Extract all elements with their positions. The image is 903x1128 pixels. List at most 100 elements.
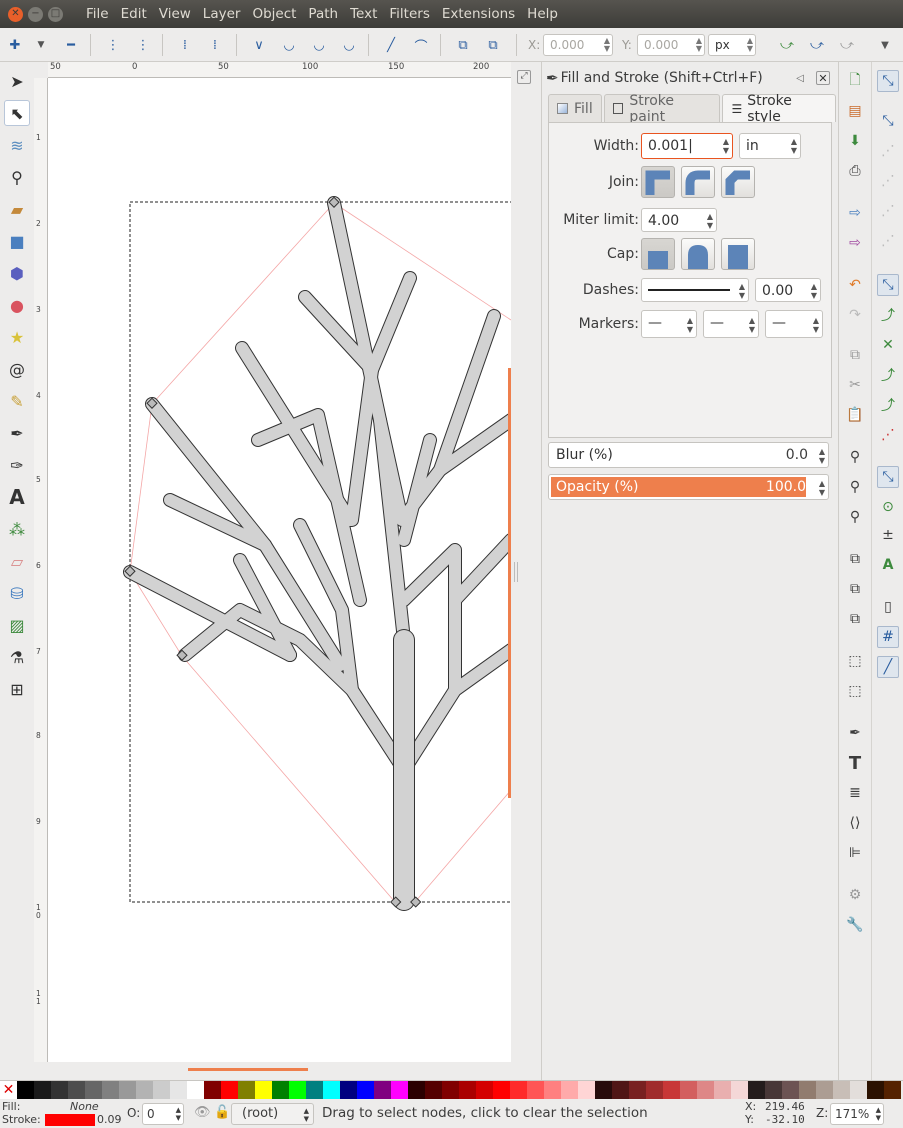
insert-dropdown-icon[interactable]: ▼ (30, 34, 52, 56)
pen-tool-icon[interactable]: ✒ (4, 420, 30, 446)
cap-round-button[interactable] (681, 238, 715, 270)
snap-bbox-edge-icon[interactable]: ⋰ (877, 140, 899, 162)
palette-swatch[interactable] (442, 1081, 459, 1099)
zoom-input[interactable]: 171% ▲ ▼ (830, 1103, 884, 1125)
drawing-canvas[interactable] (48, 78, 511, 1062)
zoom-tool-icon[interactable]: ⚲ (4, 164, 30, 190)
zoom-selection-icon[interactable]: ⚲ (844, 446, 866, 468)
palette-swatch[interactable] (17, 1081, 34, 1099)
eraser-tool-icon[interactable]: ▱ (4, 548, 30, 574)
join-nodes-icon[interactable]: ⋮ (102, 34, 124, 56)
snap-bbox-center-icon[interactable]: ⋰ (877, 230, 899, 252)
snap-guides-icon[interactable]: ╱ (877, 656, 899, 678)
segment-curve-icon[interactable]: ⌒ (410, 34, 432, 56)
join-round-button[interactable] (681, 166, 715, 198)
cusp-node-icon[interactable]: ∨ (248, 34, 270, 56)
palette-swatch[interactable] (476, 1081, 493, 1099)
dash-offset-input[interactable]: 0.00 ▲ ▼ (755, 278, 821, 302)
palette-swatch[interactable] (85, 1081, 102, 1099)
palette-swatch[interactable] (510, 1081, 527, 1099)
scroll-grip[interactable] (514, 562, 518, 582)
palette-swatch[interactable] (731, 1081, 748, 1099)
stroke-width-input[interactable]: 0.001| ▲ ▼ (641, 133, 733, 159)
palette-swatch[interactable] (340, 1081, 357, 1099)
tab-stroke-paint[interactable]: Stroke paint (603, 93, 721, 125)
selector-tool-icon[interactable]: ➤ (4, 68, 30, 94)
delete-segment-icon[interactable]: ⁞ (204, 34, 226, 56)
delete-node-icon[interactable]: ━ (60, 34, 82, 56)
tab-fill[interactable]: Fill (548, 94, 602, 122)
blur-slider[interactable]: Blur (%) 0.0 ▲ ▼ (548, 442, 829, 468)
preferences-icon[interactable]: ⚙ (844, 884, 866, 906)
snap-text-baseline-icon[interactable]: A (877, 554, 899, 576)
palette-swatch[interactable] (68, 1081, 85, 1099)
spiral-tool-icon[interactable]: @ (4, 356, 30, 382)
palette-swatch[interactable] (408, 1081, 425, 1099)
scroll-lock-icon[interactable]: ⤢ (517, 70, 531, 84)
palette-swatch[interactable] (799, 1081, 816, 1099)
palette-swatch[interactable] (323, 1081, 340, 1099)
close-window-icon[interactable]: ✕ (8, 6, 23, 22)
opacity-slider[interactable]: Opacity (%) 100.0 ▲ ▼ (548, 474, 829, 500)
palette-swatch[interactable] (34, 1081, 51, 1099)
more-options-icon[interactable]: ▼ (874, 34, 896, 56)
menu-layer[interactable]: Layer (197, 6, 247, 22)
menu-text[interactable]: Text (344, 6, 383, 22)
snap-nodes-icon[interactable]: ⤡ (877, 274, 899, 296)
palette-swatch[interactable] (782, 1081, 799, 1099)
paste-icon[interactable]: 📋 (844, 404, 866, 426)
palette-swatch[interactable] (629, 1081, 646, 1099)
auto-smooth-node-icon[interactable]: ◡ (338, 34, 360, 56)
snap-bbox-corner-icon[interactable]: ⋰ (877, 170, 899, 192)
menu-edit[interactable]: Edit (115, 6, 153, 22)
menu-path[interactable]: Path (302, 6, 344, 22)
text-tool-icon[interactable]: A (4, 484, 30, 510)
palette-swatch[interactable] (833, 1081, 850, 1099)
menu-file[interactable]: File (80, 6, 115, 22)
text-font-dialog-icon[interactable]: T (844, 752, 866, 774)
ellipse-tool-icon[interactable]: ● (4, 292, 30, 318)
menu-object[interactable]: Object (246, 6, 302, 22)
menu-help[interactable]: Help (521, 6, 564, 22)
palette-swatch[interactable] (204, 1081, 221, 1099)
snap-bbox-icon[interactable]: ⤡ (877, 110, 899, 132)
snap-grid-icon[interactable]: # (877, 626, 899, 648)
palette-swatch[interactable] (816, 1081, 833, 1099)
palette-swatch[interactable] (221, 1081, 238, 1099)
import-icon[interactable]: ⇨ (844, 202, 866, 224)
snap-others-icon[interactable]: ⤡ (877, 466, 899, 488)
rectangle-tool-icon[interactable]: ■ (4, 228, 30, 254)
snap-object-center-icon[interactable]: ⊙ (877, 496, 899, 518)
y-coord-input[interactable]: 0.000 ▲ ▼ (637, 34, 705, 56)
end-marker-select[interactable]: — ▲ ▼ (765, 310, 823, 338)
palette-swatch[interactable] (595, 1081, 612, 1099)
hide-layer-icon[interactable]: 👁 (194, 1105, 211, 1120)
palette-swatch[interactable] (544, 1081, 561, 1099)
start-marker-select[interactable]: — ▲ ▼ (641, 310, 697, 338)
tweak-tool-icon[interactable]: ≋ (4, 132, 30, 158)
mid-marker-select[interactable]: — ▲ ▼ (703, 310, 759, 338)
unit-select[interactable]: px ▲ ▼ (708, 34, 756, 56)
menu-view[interactable]: View (153, 6, 197, 22)
align-distribute-icon[interactable]: ⊫ (844, 842, 866, 864)
insert-node-icon[interactable]: ✚ (4, 34, 26, 56)
no-paint-swatch-icon[interactable]: ✕ (0, 1081, 17, 1099)
paint-bucket-tool-icon[interactable]: ⛁ (4, 580, 30, 606)
palette-swatch[interactable] (493, 1081, 510, 1099)
show-handles-icon[interactable]: ⤻ (806, 34, 828, 56)
cap-butt-button[interactable] (641, 238, 675, 270)
redo-icon[interactable]: ↷ (844, 304, 866, 326)
zoom-page-icon[interactable]: ⚲ (844, 506, 866, 528)
ungroup-icon[interactable]: ⬚ (844, 680, 866, 702)
join-miter-button[interactable] (641, 166, 675, 198)
3d-box-tool-icon[interactable]: ⬢ (4, 260, 30, 286)
xml-editor-icon[interactable]: ⟨⟩ (844, 812, 866, 834)
cut-icon[interactable]: ✂ (844, 374, 866, 396)
palette-swatch[interactable] (612, 1081, 629, 1099)
tab-stroke-style[interactable]: ☰ Stroke style (722, 93, 836, 125)
palette-swatch[interactable] (867, 1081, 884, 1099)
palette-swatch[interactable] (255, 1081, 272, 1099)
palette-swatch[interactable] (51, 1081, 68, 1099)
layer-select[interactable]: (root) ▲ ▼ (231, 1103, 314, 1125)
spray-tool-icon[interactable]: ⁂ (4, 516, 30, 542)
